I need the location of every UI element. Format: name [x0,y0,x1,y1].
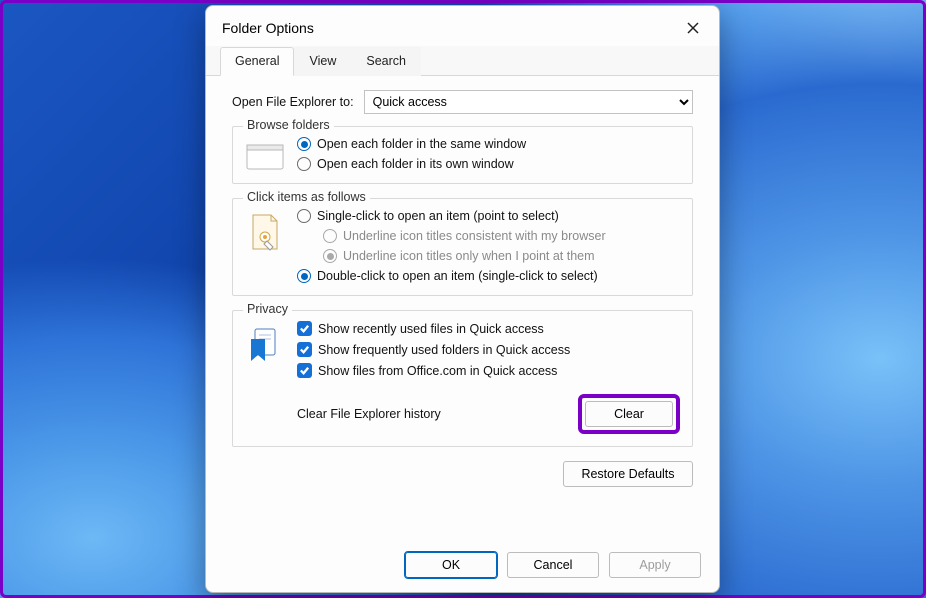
checkbox-office-files[interactable]: Show files from Office.com in Quick acce… [297,363,680,378]
restore-defaults-button[interactable]: Restore Defaults [563,461,693,487]
radio-same-window[interactable]: Open each folder in the same window [297,137,680,151]
radio-double-click[interactable]: Double-click to open an item (single-cli… [297,269,680,283]
checkbox-label-office: Show files from Office.com in Quick acce… [318,364,557,378]
radio-icon [297,269,311,283]
open-file-explorer-select[interactable]: Quick access [364,90,693,114]
checkbox-label-recent: Show recently used files in Quick access [318,322,544,336]
radio-label-underline-browser: Underline icon titles consistent with my… [343,229,606,243]
tab-general[interactable]: General [220,47,294,76]
radio-underline-browser: Underline icon titles consistent with my… [323,229,680,243]
radio-own-window[interactable]: Open each folder in its own window [297,157,680,171]
open-file-explorer-label: Open File Explorer to: [232,95,354,109]
checkbox-icon [297,363,312,378]
tabstrip: General View Search [206,46,719,76]
cancel-button[interactable]: Cancel [507,552,599,578]
radio-label-own: Open each folder in its own window [317,157,514,171]
close-button[interactable] [679,14,707,42]
checkbox-label-freq: Show frequently used folders in Quick ac… [318,343,570,357]
tab-search[interactable]: Search [351,47,421,76]
radio-label-double: Double-click to open an item (single-cli… [317,269,598,283]
open-file-explorer-row: Open File Explorer to: Quick access [232,90,693,114]
radio-icon [323,229,337,243]
apply-button: Apply [609,552,701,578]
group-click-items: Click items as follows Single-click to o… [232,198,693,296]
privacy-icon [245,321,285,365]
radio-label-same: Open each folder in the same window [317,137,526,151]
radio-icon [297,157,311,171]
document-click-icon [245,209,285,253]
group-legend-click: Click items as follows [243,190,370,204]
clear-history-row: Clear File Explorer history Clear [297,394,680,434]
group-browse-folders: Browse folders Open each folder in the s… [232,126,693,184]
ok-button[interactable]: OK [405,552,497,578]
restore-defaults-row: Restore Defaults [232,461,693,487]
group-legend-privacy: Privacy [243,302,292,316]
checkbox-freq-folders[interactable]: Show frequently used folders in Quick ac… [297,342,680,357]
folder-window-icon [245,137,285,171]
checkbox-icon [297,342,312,357]
group-legend-browse: Browse folders [243,118,334,132]
dialog-footer: OK Cancel Apply [206,542,719,592]
clear-button-highlight: Clear [578,394,680,434]
radio-single-click[interactable]: Single-click to open an item (point to s… [297,209,680,223]
radio-label-underline-point: Underline icon titles only when I point … [343,249,595,263]
tab-view[interactable]: View [294,47,351,76]
close-icon [687,22,699,34]
radio-icon [297,137,311,151]
checkbox-recent-files[interactable]: Show recently used files in Quick access [297,321,680,336]
clear-button[interactable]: Clear [585,401,673,427]
radio-underline-point: Underline icon titles only when I point … [323,249,680,263]
radio-label-single: Single-click to open an item (point to s… [317,209,559,223]
group-privacy: Privacy Show recently used files in Quic… [232,310,693,447]
radio-icon [297,209,311,223]
folder-options-dialog: Folder Options General View Search Open … [205,5,720,593]
clear-history-label: Clear File Explorer history [297,407,441,421]
tab-content-general: Open File Explorer to: Quick access Brow… [206,76,719,542]
radio-icon [323,249,337,263]
titlebar: Folder Options [206,6,719,46]
dialog-title: Folder Options [222,20,314,36]
checkbox-icon [297,321,312,336]
